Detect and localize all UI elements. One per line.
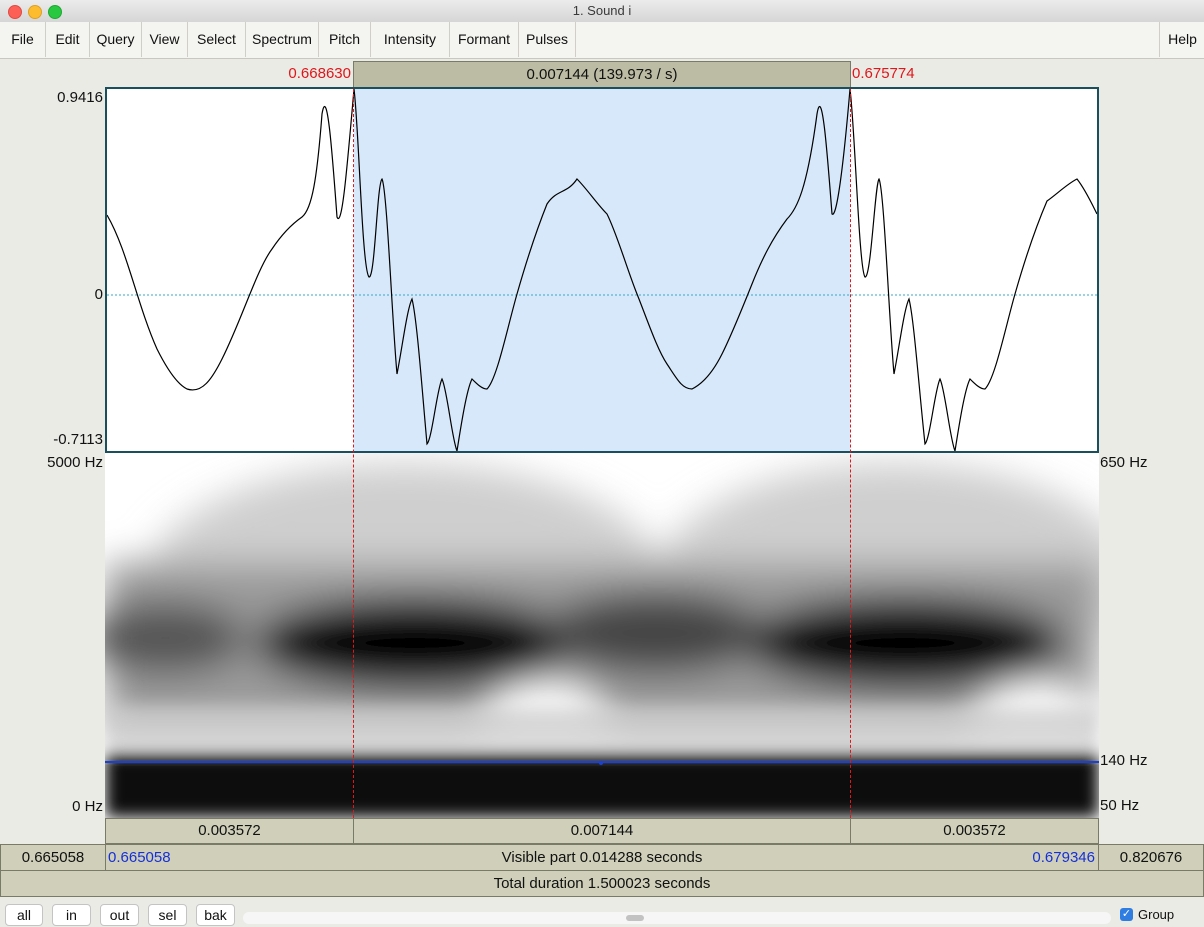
spectrogram-image xyxy=(105,453,1099,818)
segment-right[interactable]: 0.003572 xyxy=(850,818,1099,844)
visible-part-text: Visible part 0.014288 seconds xyxy=(501,849,703,866)
pitch-point xyxy=(599,761,603,765)
spectrogram-fmax-label: 5000 Hz xyxy=(47,454,103,471)
menu-intensity[interactable]: Intensity xyxy=(371,22,450,57)
window-end-time[interactable]: 0.820676 xyxy=(1098,844,1204,871)
title-bar: 1. Sound i xyxy=(0,0,1204,23)
spectrogram-fmin-label: 0 Hz xyxy=(72,798,103,815)
menu-query[interactable]: Query xyxy=(90,22,142,57)
pitch-bottom-label: 50 Hz xyxy=(1100,797,1140,814)
pitch-top-label: 650 Hz xyxy=(1100,454,1148,471)
selection-end-time: 0.675774 xyxy=(852,65,915,82)
waveform-plot xyxy=(107,89,1097,451)
visible-part-bar[interactable]: 0.665058 Visible part 0.014288 seconds 0… xyxy=(105,844,1099,871)
menu-pitch[interactable]: Pitch xyxy=(319,22,371,57)
waveform-ymin-label: -0.7113 xyxy=(53,431,103,448)
zoom-selection-button[interactable]: sel xyxy=(148,904,187,926)
waveform-ymax-label: 0.9416 xyxy=(57,89,103,106)
menu-spectrum[interactable]: Spectrum xyxy=(246,22,319,57)
zoom-back-button[interactable]: bak xyxy=(196,904,235,926)
horizontal-scrollbar[interactable] xyxy=(243,912,1111,924)
total-duration-bar[interactable]: Total duration 1.500023 seconds xyxy=(0,870,1204,897)
spectrogram-panel[interactable] xyxy=(105,453,1099,818)
scrollbar-thumb[interactable] xyxy=(626,915,644,921)
zoom-in-button[interactable]: in xyxy=(52,904,91,926)
waveform-panel[interactable] xyxy=(105,87,1099,453)
menu-view[interactable]: View xyxy=(142,22,188,57)
selection-duration[interactable]: 0.007144 (139.973 / s) xyxy=(353,61,851,88)
zoom-out-button[interactable]: out xyxy=(100,904,139,926)
visible-end-time: 0.679346 xyxy=(1032,849,1095,866)
selection-start-cursor[interactable] xyxy=(353,89,354,818)
menu-help[interactable]: Help xyxy=(1159,22,1204,57)
window-title: 1. Sound i xyxy=(572,3,632,18)
menu-bar: File Edit Query View Select Spectrum Pit… xyxy=(0,22,1204,59)
segment-left[interactable]: 0.003572 xyxy=(105,818,354,844)
window-start-time[interactable]: 0.665058 xyxy=(0,844,106,871)
group-label: Group xyxy=(1138,907,1175,922)
selection-start-time: 0.668630 xyxy=(288,65,351,82)
waveform-zero-label: 0 xyxy=(94,286,103,303)
selection-highlight xyxy=(354,89,850,451)
menu-select[interactable]: Select xyxy=(188,22,246,57)
menu-pulses[interactable]: Pulses xyxy=(519,22,576,57)
zoom-all-button[interactable]: all xyxy=(5,904,43,926)
segment-middle[interactable]: 0.007144 xyxy=(353,818,851,844)
pitch-value-label: 140 Hz xyxy=(1100,752,1148,769)
menu-file[interactable]: File xyxy=(0,22,46,57)
selection-end-cursor[interactable] xyxy=(850,89,851,818)
group-checkbox[interactable]: ✓ xyxy=(1120,908,1133,921)
menu-edit[interactable]: Edit xyxy=(46,22,90,57)
menu-formant[interactable]: Formant xyxy=(450,22,519,57)
